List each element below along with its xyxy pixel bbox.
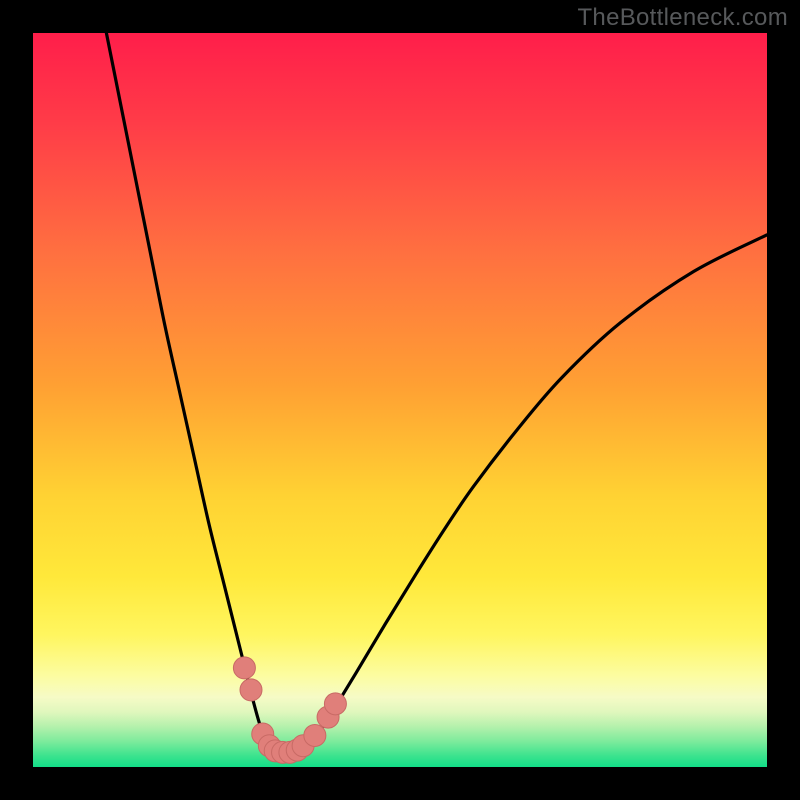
gradient-background	[33, 33, 767, 767]
curve-marker	[240, 679, 262, 701]
curve-marker	[304, 724, 326, 746]
curve-marker	[233, 657, 255, 679]
plot-area	[33, 33, 767, 767]
chart-canvas	[33, 33, 767, 767]
curve-marker	[324, 693, 346, 715]
outer-frame: TheBottleneck.com	[0, 0, 800, 800]
attribution-text: TheBottleneck.com	[577, 4, 788, 32]
